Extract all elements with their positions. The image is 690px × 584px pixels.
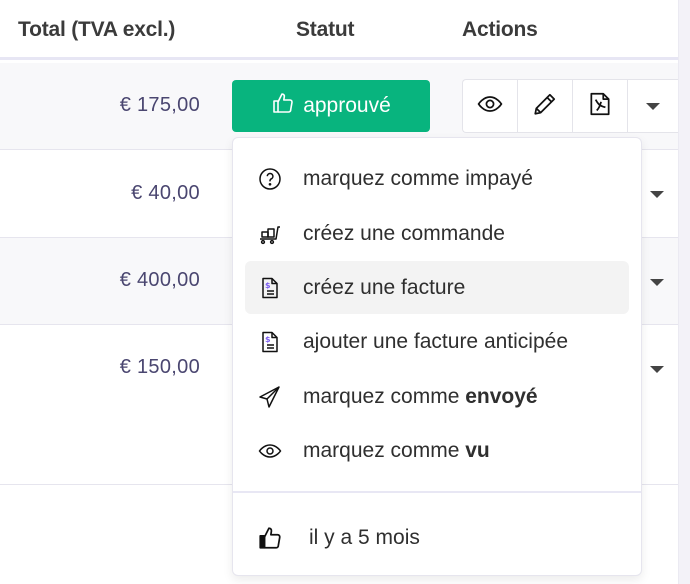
row-total: € 40,00 [131, 182, 200, 204]
svg-text:$: $ [265, 281, 271, 290]
menu-item-bold-text: vu [465, 438, 490, 462]
caret-down-icon[interactable] [650, 279, 664, 286]
caret-down-icon[interactable] [650, 191, 664, 198]
menu-item-label: marquez comme impayé [303, 166, 533, 190]
menu-item-label: marquez comme envoyé [303, 385, 538, 409]
pdf-button[interactable] [573, 80, 628, 132]
row-total: € 150,00 [119, 356, 200, 378]
status-approved-button[interactable]: approuvé [232, 80, 430, 132]
menu-item-mark-seen[interactable]: marquez comme vu [245, 424, 629, 477]
column-header-actions: Actions [462, 18, 538, 41]
eye-icon [257, 438, 283, 464]
menu-item-label: ajouter une facture anticipée [303, 329, 569, 353]
question-circle-icon [257, 166, 283, 192]
caret-down-icon [646, 102, 660, 110]
caret-down-icon[interactable] [650, 366, 664, 373]
invoice-icon: $ [257, 329, 283, 355]
menu-item-text: marquez comme [303, 384, 466, 408]
edit-button[interactable] [518, 80, 573, 132]
invoices-table: Total (TVA excl.) Statut Actions € 175,0… [0, 0, 678, 584]
menu-item-create-order[interactable]: créez une commande [245, 207, 629, 260]
menu-item-label: créez une commande [303, 221, 505, 245]
menu-item-create-invoice[interactable]: $ créez une facture [245, 261, 629, 314]
menu-item-mark-unpaid[interactable]: marquez comme impayé [245, 152, 629, 205]
view-button[interactable] [463, 80, 518, 132]
scrollbar[interactable] [678, 0, 690, 584]
menu-item-add-advance-invoice[interactable]: $ ajouter une facture anticipée [245, 315, 629, 368]
approval-timestamp: il y a 5 mois [257, 518, 420, 558]
menu-item-label: marquez comme vu [303, 439, 490, 463]
pencil-icon [532, 91, 558, 122]
menu-item-mark-sent[interactable]: marquez comme envoyé [245, 370, 629, 423]
column-header-total[interactable]: Total (TVA excl.) [18, 18, 175, 42]
status-dropdown-menu: marquez comme impayé créez une commande … [232, 137, 642, 576]
table-header: Total (TVA excl.) Statut Actions [0, 0, 678, 60]
more-actions-button[interactable] [628, 80, 678, 132]
menu-item-text: marquez comme [303, 438, 466, 462]
row-total: € 400,00 [119, 269, 200, 291]
pdf-file-icon [587, 91, 613, 122]
thumbs-up-icon [257, 525, 283, 551]
row-actions-group [462, 79, 678, 133]
thumbs-up-icon [271, 91, 295, 121]
cart-icon [257, 221, 283, 247]
menu-divider [233, 491, 641, 493]
paper-plane-icon [257, 384, 283, 410]
menu-item-bold-text: envoyé [465, 384, 538, 408]
eye-icon [477, 91, 503, 122]
svg-text:$: $ [265, 335, 271, 344]
status-label: approuvé [303, 94, 391, 117]
timestamp-label: il y a 5 mois [309, 526, 420, 549]
menu-item-label: créez une facture [303, 275, 466, 299]
invoice-icon: $ [257, 275, 283, 301]
row-total: € 175,00 [119, 94, 200, 116]
column-header-statut[interactable]: Statut [296, 18, 354, 42]
